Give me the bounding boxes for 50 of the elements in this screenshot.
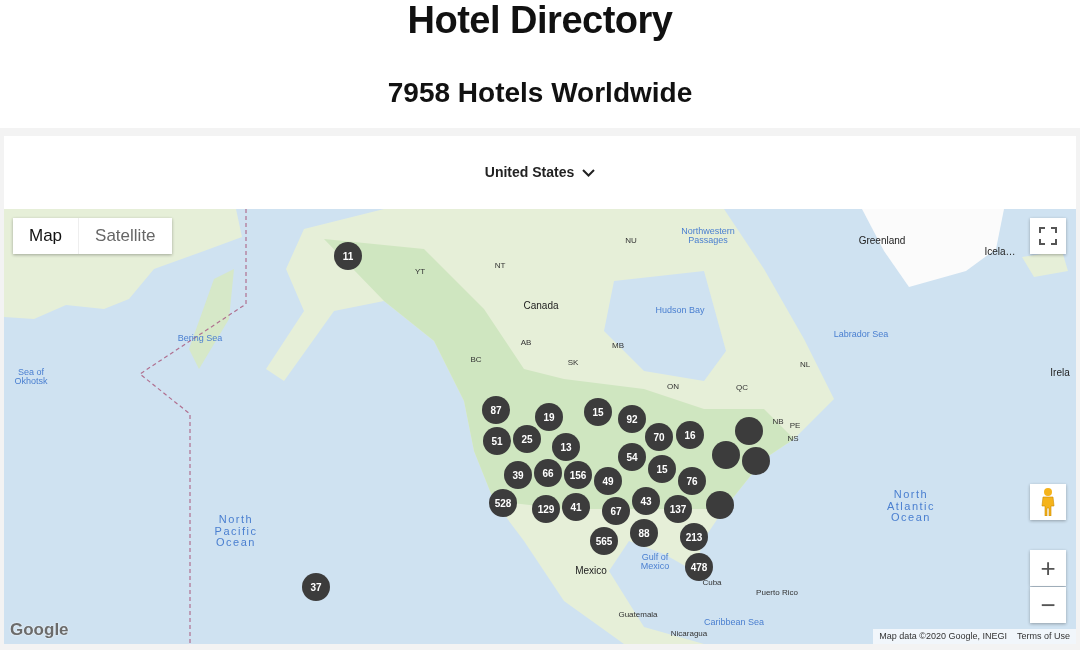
map-label: ON — [667, 382, 679, 392]
map-label: NU — [625, 236, 637, 246]
map-label: Hudson Bay — [655, 306, 705, 316]
map-label: NL — [799, 360, 811, 370]
map-label: Nicaragua — [670, 629, 708, 639]
terms-link[interactable]: Terms of Use — [1017, 629, 1070, 643]
map-label: North Pacific Ocean — [213, 513, 259, 549]
fullscreen-button[interactable] — [1030, 218, 1066, 254]
zoom-out-button[interactable]: − — [1030, 587, 1066, 623]
map-label: PE — [789, 421, 801, 431]
person-icon — [1041, 488, 1055, 516]
map-label: BC — [470, 355, 482, 365]
map-label: NS — [787, 434, 799, 444]
map-label: Labrador Sea — [833, 330, 889, 340]
map-label: Icela… — [984, 246, 1016, 258]
country-dropdown[interactable]: United States — [484, 162, 596, 183]
map-type-tab[interactable]: Map — [13, 218, 79, 254]
fullscreen-icon — [1039, 227, 1057, 245]
map-label: Canada — [523, 300, 559, 312]
hotel-cluster-marker[interactable]: 528 — [489, 489, 517, 517]
map-attribution: Map data ©2020 Google, INEGI — [879, 629, 1007, 643]
map-label: Sea of Okhotsk — [13, 367, 49, 387]
map-label: Guatemala — [618, 610, 658, 620]
page-title: Hotel Directory — [406, 0, 674, 40]
map[interactable] — [4, 209, 1076, 644]
map-label: NB — [772, 417, 784, 427]
map-label: SK — [567, 358, 579, 368]
google-logo: Google — [10, 618, 69, 641]
map-label: North Atlantic Ocean — [885, 488, 937, 524]
map-label: Northwestern Passages — [680, 226, 736, 246]
map-label: NT — [494, 261, 506, 271]
map-label: QC — [736, 383, 748, 393]
hotel-cluster-marker[interactable]: 37 — [302, 573, 330, 601]
map-label: YT — [414, 267, 426, 277]
map-label: Bering Sea — [177, 334, 223, 344]
island-drawing — [1022, 251, 1068, 277]
hotel-cluster-marker[interactable]: 478 — [685, 553, 713, 581]
map-label: AB — [520, 338, 532, 348]
zoom-in-button[interactable]: + — [1030, 550, 1066, 586]
map-label: Greenland — [858, 235, 906, 247]
map-label: Caribbean Sea — [704, 618, 764, 628]
map-label: MB — [612, 341, 624, 351]
map-label: Cuba — [702, 578, 722, 588]
map-label: Irela — [1050, 367, 1070, 379]
map-label: Gulf of Mexico — [639, 552, 671, 572]
chevron-down-icon — [582, 168, 596, 177]
map-label: Mexico — [575, 565, 607, 577]
hotel-count-heading: 7958 Hotels Worldwide — [387, 76, 693, 110]
map-type-tab[interactable]: Satellite — [78, 218, 172, 254]
map-label: Puerto Rico — [756, 588, 798, 598]
